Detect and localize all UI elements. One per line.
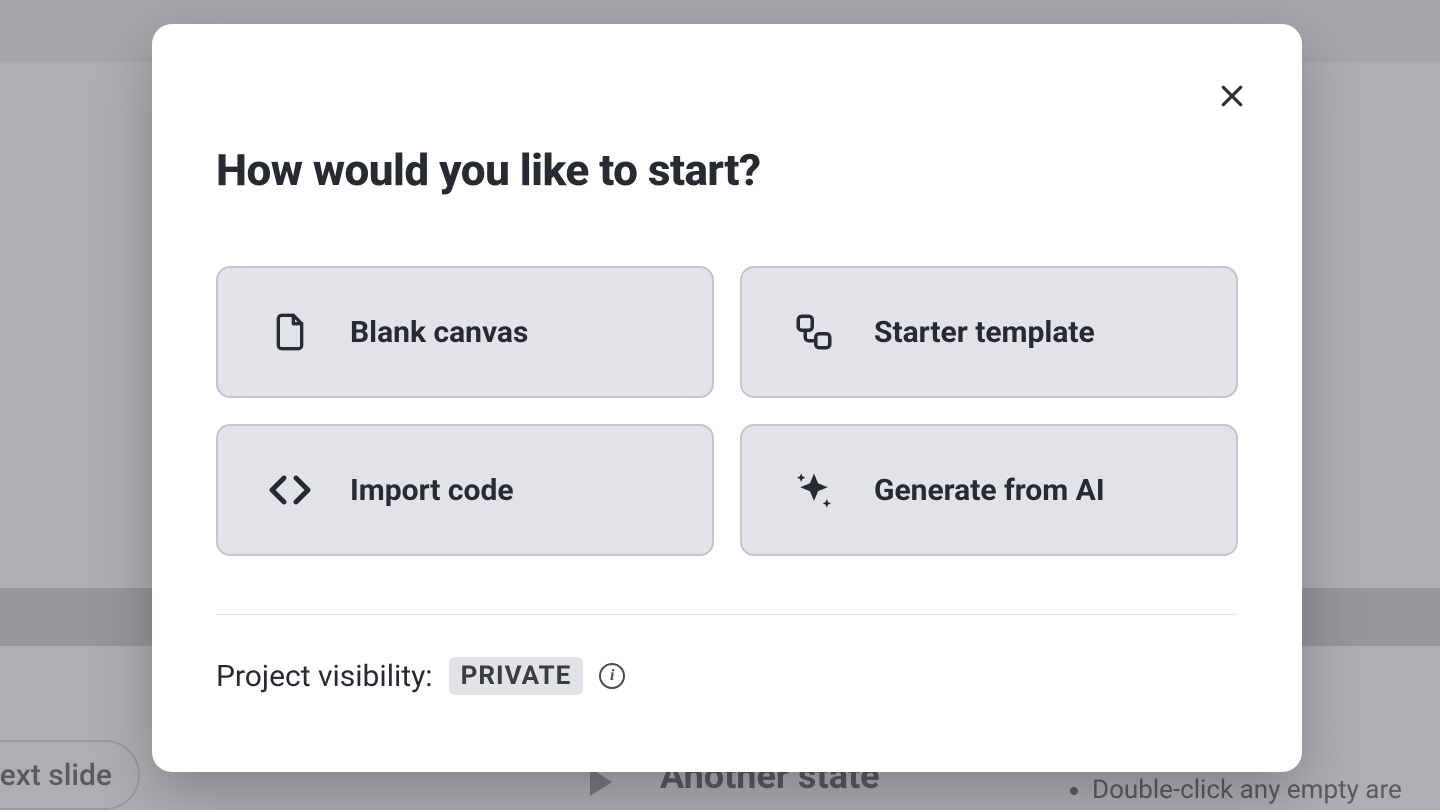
code-icon xyxy=(266,466,314,514)
modal-divider xyxy=(216,614,1238,615)
option-import-code[interactable]: Import code xyxy=(216,424,714,556)
modal-title: How would you like to start? xyxy=(216,144,1238,196)
visibility-badge[interactable]: PRIVATE xyxy=(449,657,584,695)
visibility-label: Project visibility: xyxy=(216,659,433,694)
option-label: Generate from AI xyxy=(874,473,1105,508)
start-options-grid: Blank canvas Starter template Import cod… xyxy=(216,266,1238,556)
option-generate-ai[interactable]: Generate from AI xyxy=(740,424,1238,556)
project-visibility-row: Project visibility: PRIVATE i xyxy=(216,657,1238,695)
workflow-icon xyxy=(790,308,838,356)
option-blank-canvas[interactable]: Blank canvas xyxy=(216,266,714,398)
option-label: Import code xyxy=(350,473,514,508)
close-button[interactable] xyxy=(1210,74,1254,118)
start-modal: How would you like to start? Blank canva… xyxy=(152,24,1302,772)
option-label: Starter template xyxy=(874,315,1095,350)
info-icon[interactable]: i xyxy=(599,663,625,689)
option-label: Blank canvas xyxy=(350,315,528,350)
sparkle-icon xyxy=(790,466,838,514)
close-icon xyxy=(1217,81,1247,111)
option-starter-template[interactable]: Starter template xyxy=(740,266,1238,398)
file-icon xyxy=(266,308,314,356)
